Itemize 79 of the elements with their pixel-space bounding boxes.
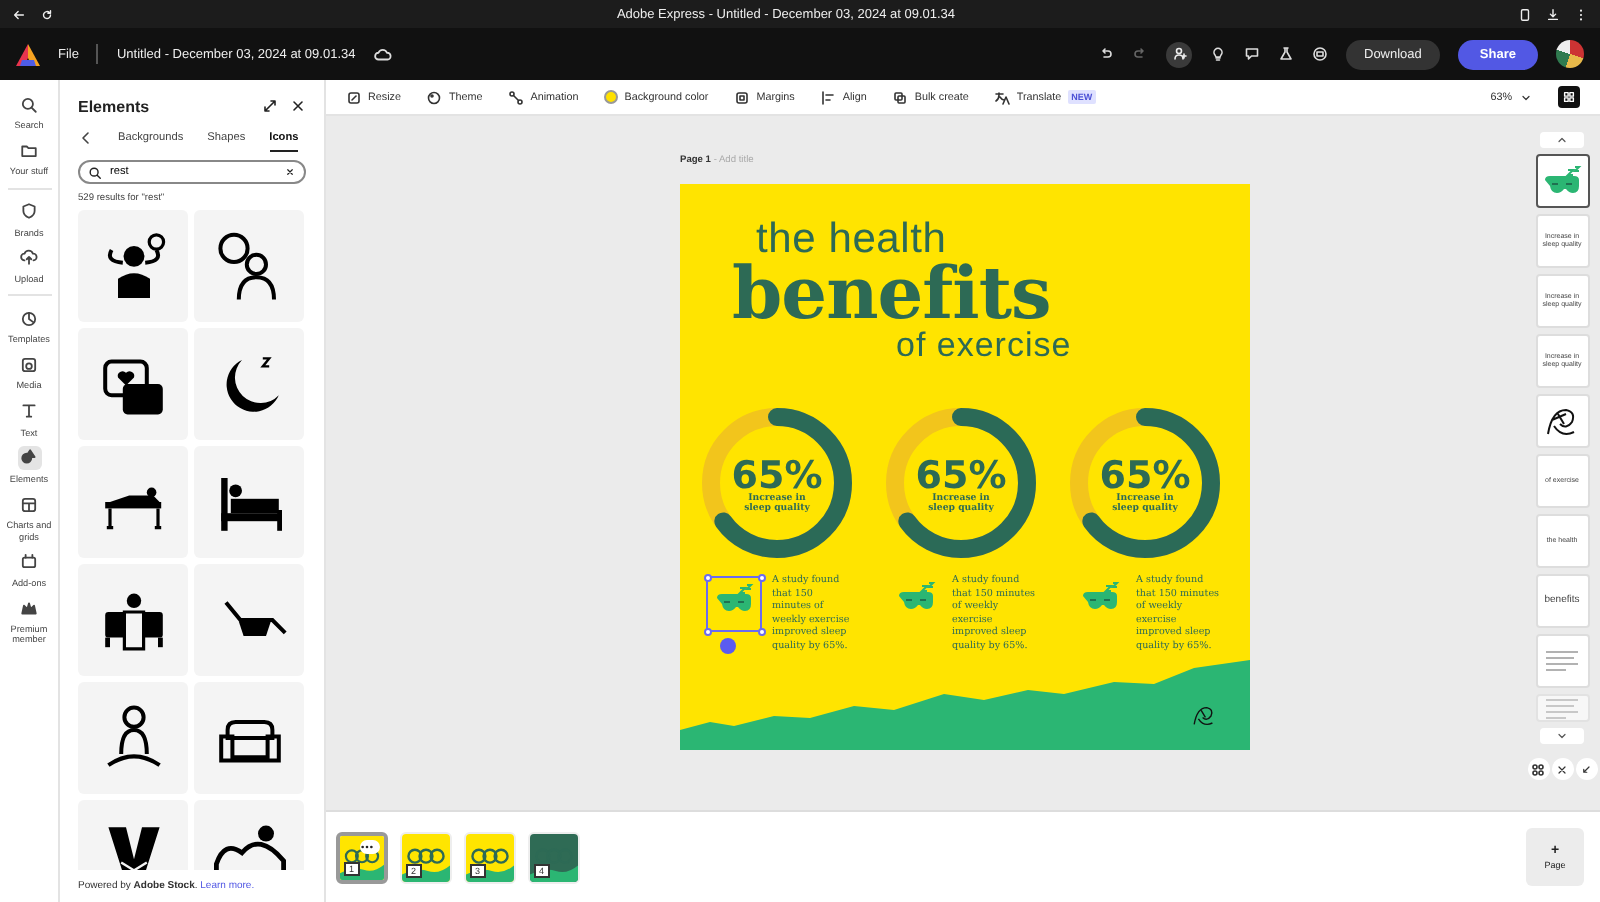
close-icon: [290, 98, 306, 114]
search-icon: [88, 165, 102, 179]
resize-icon: [346, 89, 362, 105]
poster-page[interactable]: [680, 184, 1250, 750]
poster-title: the health: [756, 218, 949, 260]
poster-headline: benefits: [732, 260, 1051, 329]
paragraph-preview-icon: [1544, 649, 1580, 673]
shield-icon: [20, 202, 38, 221]
sleep-mask-icon: [714, 584, 754, 615]
icon-result[interactable]: [194, 682, 304, 794]
back-icon: [12, 7, 26, 21]
person-plus-icon: [1171, 46, 1187, 62]
panel-title: Elements: [78, 97, 152, 115]
upload-icon: [20, 248, 38, 267]
expand-icon: [262, 98, 278, 114]
reload-icon: [40, 7, 54, 21]
grid-button[interactable]: [1527, 758, 1549, 780]
page-preview-drawing: [402, 833, 450, 881]
close-button[interactable]: [1551, 758, 1573, 780]
comment-icon: [1244, 46, 1260, 62]
icon-result[interactable]: [194, 210, 304, 322]
icon-result[interactable]: [194, 446, 304, 558]
margins-icon: [734, 89, 751, 105]
poster-subtitle: of exercise: [896, 328, 1074, 363]
install-icon: [1518, 7, 1532, 21]
flask-icon: [1278, 46, 1294, 62]
stat-value: 65%: [1099, 457, 1191, 496]
page-preview-drawing: [530, 833, 578, 881]
paragraph-preview-icon: [1544, 698, 1580, 722]
stat-value: 65%: [731, 457, 823, 496]
chevron-down-icon: [1556, 730, 1568, 742]
download-icon: [1546, 7, 1560, 21]
close-icon: [1556, 763, 1568, 775]
avatar[interactable]: [1556, 40, 1584, 68]
search-icon: [20, 95, 38, 113]
icon-result[interactable]: [78, 210, 188, 322]
templates-icon: [20, 309, 38, 328]
icon-result[interactable]: [78, 446, 188, 558]
chevron-down-icon: [1520, 91, 1532, 103]
crown-icon: [20, 599, 38, 618]
lightbulb-icon: [1210, 46, 1226, 62]
sleep-mask-icon: [896, 582, 936, 613]
undo-icon: [1098, 46, 1114, 62]
icon-result[interactable]: [194, 564, 304, 676]
text-icon: [20, 402, 38, 421]
translate-icon: [994, 89, 1011, 105]
sleep-mask-icon: [1542, 166, 1582, 196]
collapse-icon: [1580, 763, 1592, 775]
logo-icon[interactable]: [16, 43, 40, 65]
shapes-icon: [20, 448, 38, 467]
color-swatch-icon: [604, 90, 619, 104]
chevron-left-icon: [78, 130, 94, 146]
layers-button[interactable]: [1558, 86, 1580, 108]
chevron-up-icon: [1556, 134, 1568, 146]
icon-result[interactable]: [78, 564, 188, 676]
layer-thumbnail[interactable]: [1535, 154, 1589, 208]
sleep-mask-icon: [1080, 582, 1120, 613]
rotate-handle[interactable]: [720, 638, 736, 655]
layers-icon: [1562, 90, 1576, 104]
scribble-drawing: [1190, 702, 1218, 730]
page-preview-drawing: [466, 833, 514, 881]
icon-result[interactable]: [78, 328, 188, 440]
clear-icon: [284, 166, 296, 178]
add-ons-icon: [20, 552, 38, 571]
media-icon: [20, 355, 38, 374]
stat-value: 65%: [915, 457, 1007, 496]
icon-result[interactable]: [78, 682, 188, 794]
redo-icon: [1132, 46, 1148, 62]
grid-icon: [1530, 761, 1546, 777]
grid-icon: [20, 495, 38, 514]
collapse-button[interactable]: [1575, 758, 1597, 780]
animation-icon: [508, 89, 525, 105]
icon-result[interactable]: [194, 328, 304, 440]
align-icon: [820, 89, 837, 105]
bulk-create-icon: [892, 89, 909, 105]
folder-icon: [20, 141, 38, 160]
palette-icon: [426, 89, 443, 105]
invite-button[interactable]: [1166, 41, 1192, 67]
cloud-icon: [373, 45, 392, 63]
